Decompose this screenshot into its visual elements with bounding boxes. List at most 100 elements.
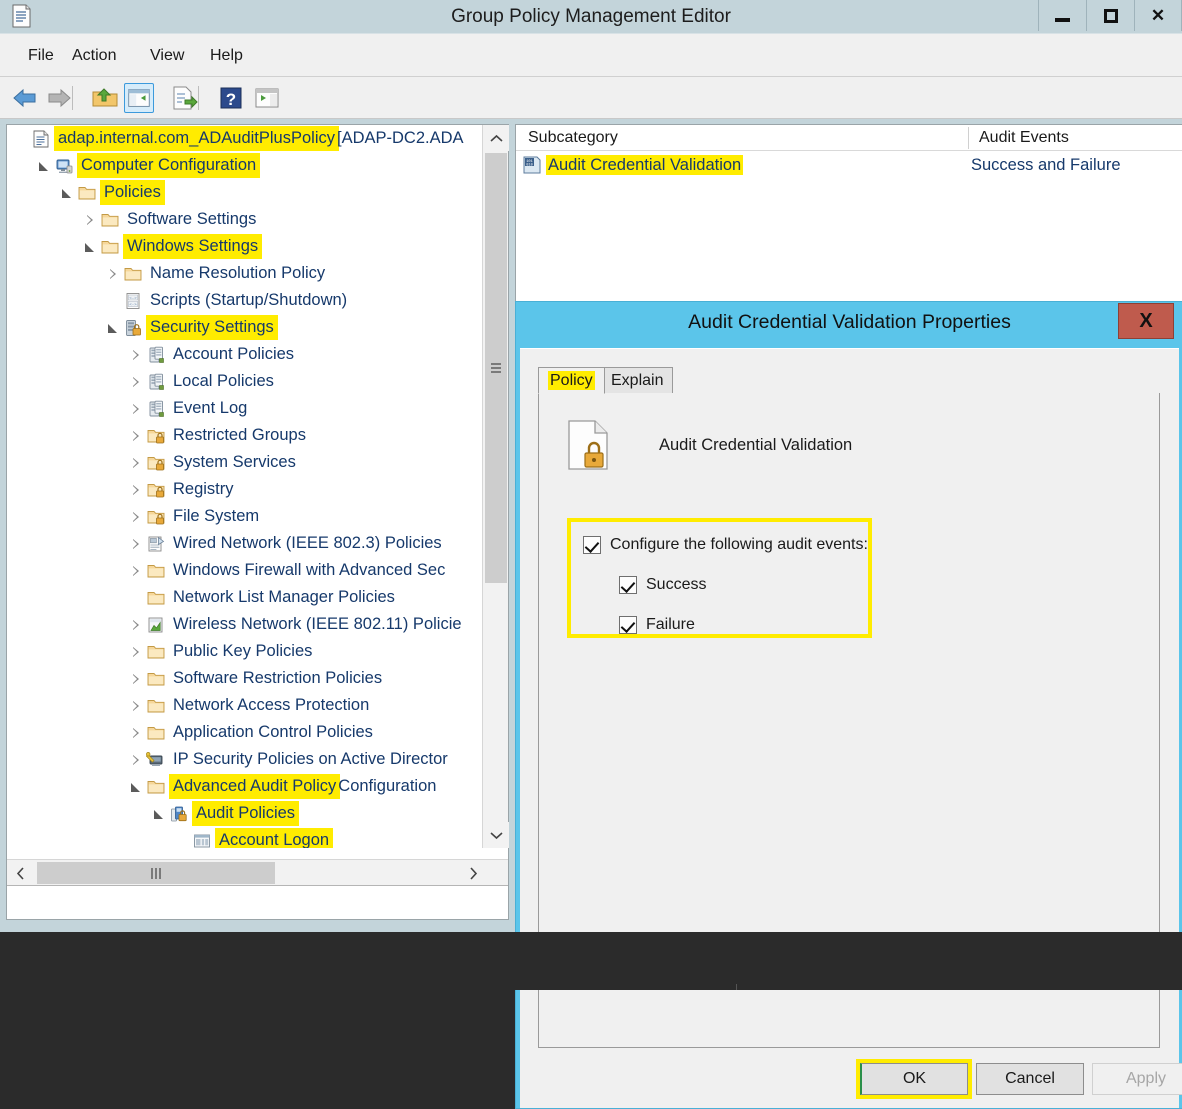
tree-item-wired-network-ieee-802-3-policies[interactable]: Wired Network (IEEE 802.3) Policies — [7, 530, 484, 557]
configure-audit-events-checkbox-row[interactable]: Configure the following audit events: — [583, 536, 868, 554]
column-divider[interactable] — [968, 127, 969, 149]
menu-action[interactable]: Action — [62, 34, 126, 78]
maximize-button[interactable] — [1086, 0, 1134, 31]
tree-item-ip-security-policies-on-active-director[interactable]: IP Security Policies on Active Director — [7, 746, 484, 773]
tree-status-strip — [7, 885, 508, 919]
expand-arrow-closed-icon[interactable] — [128, 428, 144, 444]
chevron-up-icon — [489, 134, 503, 142]
tree-item-computer-configuration[interactable]: Computer Configuration — [7, 152, 484, 179]
window-title: Group Policy Management Editor — [451, 6, 731, 27]
tree-item-name-resolution-policy[interactable]: Name Resolution Policy — [7, 260, 484, 287]
export-list-icon[interactable] — [168, 83, 198, 113]
success-checkbox[interactable] — [619, 576, 637, 594]
close-button[interactable]: ✕ — [1134, 0, 1182, 31]
table-row[interactable]: 101 010 Audit Credential Validation Succ… — [516, 151, 1182, 179]
title-bar: Group Policy Management Editor ✕ — [0, 0, 1182, 33]
expand-arrow-closed-icon[interactable] — [128, 374, 144, 390]
folder-icon — [101, 213, 119, 226]
tree-item-registry[interactable]: Registry — [7, 476, 484, 503]
tree-item-policies[interactable]: Policies — [7, 179, 484, 206]
minimize-button[interactable] — [1038, 0, 1086, 31]
tab-explain[interactable]: Explain — [601, 367, 674, 394]
expand-arrow-closed-icon[interactable] — [128, 644, 144, 660]
failure-checkbox[interactable] — [619, 616, 637, 634]
horizontal-scroll-thumb[interactable] — [37, 862, 275, 884]
tab-policy[interactable]: Policy — [538, 367, 605, 394]
tree-item-account-logon[interactable]: Account Logon — [7, 827, 484, 848]
expand-arrow-open-icon[interactable] — [59, 185, 75, 201]
expand-arrow-closed-icon[interactable] — [128, 617, 144, 633]
tree-item-security-settings[interactable]: Security Settings — [7, 314, 484, 341]
expand-arrow-closed-icon[interactable] — [128, 536, 144, 552]
expand-arrow-closed-icon[interactable] — [128, 401, 144, 417]
expand-arrow-open-icon[interactable] — [36, 158, 52, 174]
tree-item-system-services[interactable]: System Services — [7, 449, 484, 476]
success-checkbox-row[interactable]: Success — [619, 576, 706, 594]
tree-item-software-settings[interactable]: Software Settings — [7, 206, 484, 233]
tree-item-event-log[interactable]: Event Log — [7, 395, 484, 422]
pane-left-icon — [128, 89, 150, 107]
tree-item-label: Registry — [173, 480, 234, 498]
expand-arrow-open-icon[interactable] — [128, 779, 144, 795]
tree-item-windows-firewall-with-advanced-sec[interactable]: Windows Firewall with Advanced Sec — [7, 557, 484, 584]
failure-label: Failure — [646, 616, 695, 633]
tree-item-windows-settings[interactable]: Windows Settings — [7, 233, 484, 260]
show-action-pane-icon[interactable] — [252, 83, 282, 113]
tree-item-advanced-audit-policy[interactable]: Advanced Audit Policy Configuration — [7, 773, 484, 800]
forward-icon[interactable] — [44, 83, 74, 113]
tree-item-wireless-network-ieee-802-11-policie[interactable]: Wireless Network (IEEE 802.11) Policie — [7, 611, 484, 638]
tree-item-account-policies[interactable]: Account Policies — [7, 341, 484, 368]
policy-name: Audit Credential Validation — [659, 435, 853, 454]
column-header-audit-events[interactable]: Audit Events — [971, 125, 1069, 151]
expand-arrow-open-icon[interactable] — [82, 239, 98, 255]
configure-audit-events-label: Configure the following audit events: — [610, 536, 868, 553]
cancel-button[interactable]: Cancel — [976, 1063, 1084, 1095]
expand-arrow-closed-icon[interactable] — [128, 671, 144, 687]
tree-item-network-access-protection[interactable]: Network Access Protection — [7, 692, 484, 719]
tree-item-application-control-policies[interactable]: Application Control Policies — [7, 719, 484, 746]
column-header-subcategory[interactable]: Subcategory — [520, 125, 618, 151]
dialog-close-button[interactable]: X — [1118, 303, 1174, 339]
menu-view[interactable]: View — [140, 34, 194, 78]
expand-arrow-closed-icon[interactable] — [128, 482, 144, 498]
up-one-level-icon[interactable] — [90, 83, 120, 113]
expand-arrow-open-icon[interactable] — [151, 806, 167, 822]
folder-icon — [147, 780, 165, 793]
help-icon[interactable]: ? — [216, 83, 246, 113]
expand-arrow-closed-icon[interactable] — [105, 266, 121, 282]
folder-icon — [147, 591, 165, 604]
scroll-left-button[interactable] — [7, 860, 33, 886]
expand-arrow-closed-icon[interactable] — [128, 752, 144, 768]
menu-help[interactable]: Help — [200, 34, 253, 78]
expand-arrow-closed-icon[interactable] — [128, 509, 144, 525]
tree-item-public-key-policies[interactable]: Public Key Policies — [7, 638, 484, 665]
tree-item-scripts-startup-shutdown[interactable]: <-> <-> Scripts (Startup/Shutdown) — [7, 287, 484, 314]
scroll-up-button[interactable] — [483, 125, 509, 151]
tree-item-restricted-groups[interactable]: Restricted Groups — [7, 422, 484, 449]
tree-item-file-system[interactable]: File System — [7, 503, 484, 530]
configure-audit-events-checkbox[interactable] — [583, 536, 601, 554]
vertical-scroll-thumb[interactable] — [485, 153, 507, 583]
expand-arrow-closed-icon[interactable] — [128, 347, 144, 363]
expand-arrow-closed-icon[interactable] — [128, 455, 144, 471]
show-hide-tree-button[interactable] — [124, 83, 154, 113]
ok-button[interactable]: OK — [856, 1059, 972, 1099]
tree-item-adap-internal-com-adauditpluspolicy[interactable]: adap.internal.com_ADAuditPlusPolicy [ADA… — [7, 125, 484, 152]
expand-arrow-closed-icon[interactable] — [128, 725, 144, 741]
expand-arrow-closed-icon[interactable] — [128, 563, 144, 579]
back-icon[interactable] — [10, 83, 40, 113]
scroll-down-button[interactable] — [483, 822, 509, 848]
tree-item-audit-policies[interactable]: Audit Policies — [7, 800, 484, 827]
failure-checkbox-row[interactable]: Failure — [619, 616, 695, 634]
expand-arrow-closed-icon[interactable] — [82, 212, 98, 228]
expand-arrow-closed-icon[interactable] — [128, 698, 144, 714]
expand-arrow-open-icon[interactable] — [105, 320, 121, 336]
scroll-right-button[interactable] — [460, 860, 486, 886]
tree-item-software-restriction-policies[interactable]: Software Restriction Policies — [7, 665, 484, 692]
tree-horizontal-scrollbar[interactable] — [7, 859, 508, 886]
folder-icon — [78, 186, 96, 199]
tree-vertical-scrollbar[interactable] — [482, 125, 509, 848]
tree-item-local-policies[interactable]: Local Policies — [7, 368, 484, 395]
tree-item-network-list-manager-policies[interactable]: Network List Manager Policies — [7, 584, 484, 611]
menu-file[interactable]: File — [18, 34, 64, 78]
